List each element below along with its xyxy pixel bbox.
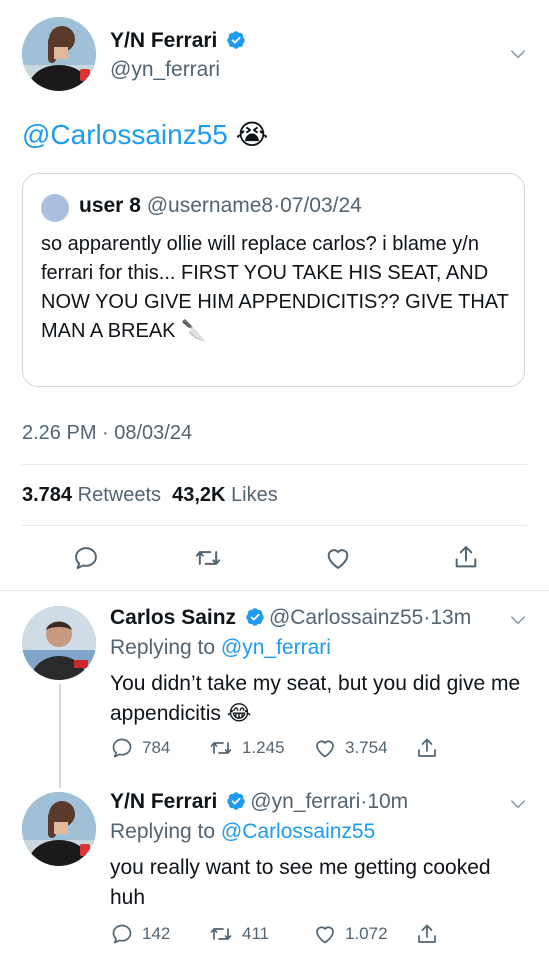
reply-text: you really want to see me getting cooked… bbox=[110, 856, 491, 909]
retweet-count: 1.245 bbox=[242, 738, 285, 757]
verified-badge-icon bbox=[227, 31, 245, 49]
tweet-text: @Carlossainz55 😭 bbox=[22, 117, 268, 153]
share-icon[interactable] bbox=[415, 736, 439, 760]
author-name[interactable]: Y/N Ferrari bbox=[110, 29, 217, 52]
quoted-tweet-card[interactable]: user 8 @username8·07/03/24 so apparently… bbox=[22, 173, 525, 387]
retweet-button[interactable]: 1.245 bbox=[208, 736, 285, 760]
reply-time: 10m bbox=[367, 790, 409, 813]
reply-count: 784 bbox=[142, 738, 171, 757]
quote-text: so apparently ollie will replace carlos?… bbox=[41, 233, 509, 342]
reply-button[interactable]: 142 bbox=[110, 922, 170, 946]
share-icon[interactable] bbox=[415, 922, 439, 946]
author-avatar[interactable] bbox=[22, 17, 96, 91]
reply-icon bbox=[112, 738, 132, 758]
divider bbox=[0, 590, 549, 591]
reply-header: Y/N Ferrari @yn_ferrari·10m bbox=[110, 790, 408, 814]
reply-author-name[interactable]: Y/N Ferrari bbox=[110, 790, 217, 813]
like-icon bbox=[316, 926, 334, 944]
crying-emoji: 😭 bbox=[235, 119, 269, 150]
like-icon[interactable] bbox=[324, 544, 352, 572]
replying-prefix: Replying to bbox=[110, 820, 216, 843]
like-count: 1.072 bbox=[345, 924, 388, 943]
retweets-label: Retweets bbox=[77, 484, 161, 506]
divider bbox=[22, 464, 527, 465]
reply-icon bbox=[112, 924, 132, 944]
retweets-stat[interactable]: 3.784 Retweets bbox=[22, 484, 161, 506]
thread-line bbox=[59, 684, 61, 788]
chevron-down-icon[interactable] bbox=[508, 794, 528, 814]
like-button[interactable]: 1.072 bbox=[313, 922, 388, 946]
retweet-icon[interactable] bbox=[193, 544, 223, 572]
reply-icon[interactable] bbox=[72, 544, 100, 572]
quote-date: 07/03/24 bbox=[280, 194, 362, 217]
chevron-down-icon[interactable] bbox=[508, 610, 528, 630]
verified-badge-icon bbox=[227, 792, 245, 810]
quote-header: user 8 @username8·07/03/24 bbox=[79, 194, 362, 218]
like-icon bbox=[316, 740, 334, 758]
reply-author-handle: @Carlossainz55 bbox=[268, 606, 424, 629]
quote-avatar bbox=[41, 194, 69, 222]
reply-author-handle: @yn_ferrari bbox=[250, 790, 361, 813]
reply-author-name[interactable]: Carlos Sainz bbox=[110, 606, 236, 629]
reply-avatar[interactable] bbox=[22, 792, 96, 866]
retweets-count: 3.784 bbox=[22, 484, 73, 506]
reply-count: 142 bbox=[142, 924, 171, 943]
likes-stat[interactable]: 43,2K Likes bbox=[172, 484, 278, 506]
likes-label: Likes bbox=[231, 484, 278, 506]
divider bbox=[22, 525, 527, 526]
author-handle: @yn_ferrari bbox=[110, 58, 221, 81]
reply-action-bar: 784 1.245 3.754 bbox=[110, 736, 445, 762]
replying-to: Replying to @Carlossainz55 bbox=[110, 820, 375, 844]
replying-to: Replying to @yn_ferrari bbox=[110, 636, 331, 660]
share-icon[interactable] bbox=[452, 543, 480, 571]
reply-text: You didn’t take my seat, but you did giv… bbox=[110, 672, 521, 725]
tweet-stats: 3.784 Retweets 43,2K Likes bbox=[22, 484, 278, 507]
likes-count: 43,2K bbox=[172, 484, 226, 506]
replying-prefix: Replying to bbox=[110, 636, 216, 659]
retweet-icon bbox=[210, 742, 232, 754]
mention-link[interactable]: @Carlossainz55 bbox=[22, 119, 228, 150]
replying-to-link[interactable]: @yn_ferrari bbox=[221, 636, 331, 659]
retweet-icon bbox=[210, 928, 232, 940]
retweet-count: 411 bbox=[242, 924, 270, 943]
like-count: 3.754 bbox=[345, 738, 388, 757]
like-button[interactable]: 3.754 bbox=[313, 736, 388, 760]
reply-time: 13m bbox=[430, 606, 472, 629]
author-name-row: Y/N Ferrari bbox=[110, 29, 246, 53]
reply-action-bar: 142 411 1.072 bbox=[110, 922, 445, 948]
reply-avatar[interactable] bbox=[22, 606, 96, 680]
verified-badge-icon bbox=[245, 608, 264, 626]
tweet-timestamp: 2.26 PM · 08/03/24 bbox=[22, 422, 193, 444]
reply-header: Carlos Sainz @Carlossainz55·13m bbox=[110, 606, 471, 630]
chevron-down-icon[interactable] bbox=[508, 44, 528, 64]
reply-button[interactable]: 784 bbox=[110, 736, 170, 760]
replying-to-link[interactable]: @Carlossainz55 bbox=[221, 820, 375, 843]
retweet-button[interactable]: 411 bbox=[208, 922, 269, 946]
quote-user-handle: @username8 bbox=[146, 194, 274, 217]
tweet-thread-page: Y/N Ferrari @yn_ferrari @Carlossainz55 😭… bbox=[0, 0, 549, 960]
quote-user-name: user 8 bbox=[79, 194, 141, 217]
